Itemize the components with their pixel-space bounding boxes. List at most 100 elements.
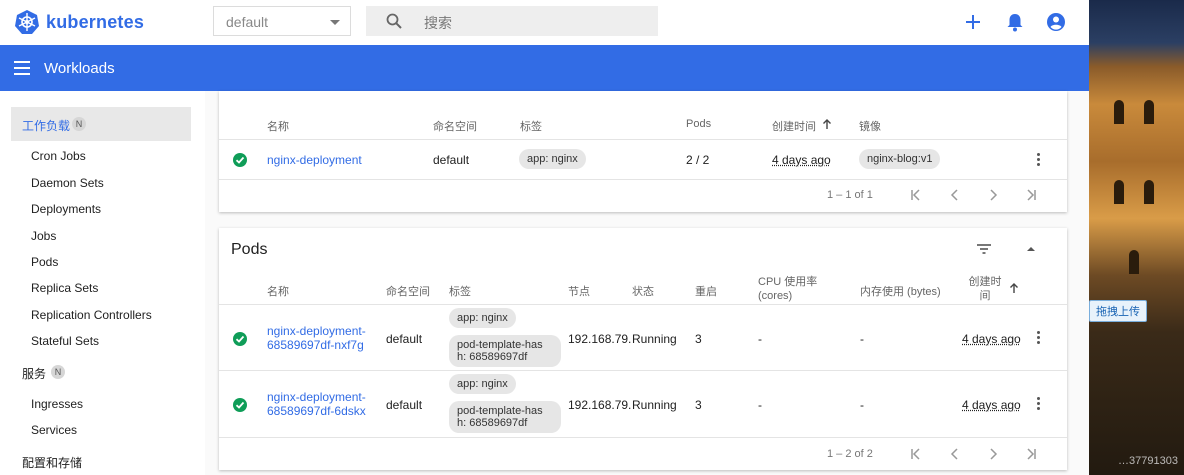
- sort-arrow-up-icon[interactable]: [822, 118, 832, 130]
- sidebar-item-replica-sets[interactable]: Replica Sets: [31, 281, 98, 295]
- column-header-name[interactable]: 名称: [267, 118, 289, 134]
- pod-name-link[interactable]: nginx-deployment- 68589697df-6dskx: [267, 390, 366, 418]
- pod-created-age[interactable]: 4 days ago: [962, 398, 1021, 412]
- deployment-created-age[interactable]: 4 days ago: [772, 153, 831, 167]
- divider: [219, 179, 1067, 180]
- label-chip-line: h: 68589697df: [457, 351, 528, 363]
- first-page-icon[interactable]: [909, 447, 923, 461]
- label-chip-line: h: 68589697df: [457, 417, 528, 429]
- pagination-range: 1 – 2 of 2: [827, 448, 873, 460]
- pod-name-line: 68589697df-6dskx: [267, 404, 366, 418]
- next-page-icon[interactable]: [986, 188, 1000, 202]
- chevron-down-icon: [330, 20, 340, 25]
- watermark: …37791303: [1118, 455, 1178, 467]
- pod-cpu: -: [758, 332, 762, 346]
- deployment-name-link[interactable]: nginx-deployment: [267, 153, 362, 167]
- filter-list-icon[interactable]: [976, 242, 992, 256]
- notifications-bell-icon[interactable]: [1004, 11, 1026, 33]
- namespaced-badge: N: [51, 365, 65, 379]
- pod-memory: -: [860, 398, 864, 412]
- pods-card: Pods 名称 命名空间 标签 节点 状态 重启 CPU 使用率 (cores)…: [219, 228, 1067, 470]
- pod-restarts: 3: [695, 398, 702, 412]
- divider: [219, 304, 1067, 305]
- sidebar-item-replication-controllers[interactable]: Replication Controllers: [31, 308, 152, 322]
- pod-created-age[interactable]: 4 days ago: [962, 332, 1021, 346]
- kubernetes-logo[interactable]: kubernetes: [14, 9, 144, 35]
- wallpaper-window: [1144, 100, 1154, 124]
- page-header: Workloads: [0, 45, 1089, 91]
- sidebar-item-ingresses[interactable]: Ingresses: [31, 397, 83, 411]
- wallpaper-window: [1129, 250, 1139, 274]
- divider: [219, 370, 1067, 371]
- column-header-labels: 标签: [449, 286, 471, 298]
- account-circle-icon[interactable]: [1045, 11, 1067, 33]
- collapse-arrow-icon[interactable]: [1026, 245, 1036, 253]
- pod-name-line: nginx-deployment-: [267, 324, 366, 338]
- sidebar-item-deployments[interactable]: Deployments: [31, 202, 101, 216]
- wallpaper-window: [1114, 180, 1124, 204]
- more-vert-icon[interactable]: [1037, 397, 1041, 411]
- sidebar-section-label: 服务: [22, 367, 47, 381]
- sidebar-section-workloads[interactable]: 工作负载 N: [11, 107, 191, 141]
- namespace-value: default: [226, 14, 269, 30]
- pod-node: 192.168.79.: [568, 332, 632, 346]
- last-page-icon[interactable]: [1024, 188, 1038, 202]
- column-header-created[interactable]: 创建时间: [772, 118, 816, 134]
- pagination-range: 1 – 1 of 1: [827, 189, 873, 201]
- previous-page-icon[interactable]: [948, 188, 962, 202]
- success-check-icon: [233, 332, 247, 346]
- sidebar-item-cron-jobs[interactable]: Cron Jobs: [31, 149, 86, 163]
- sidebar-section-config-storage[interactable]: 配置和存储: [11, 444, 191, 475]
- column-header-node: 节点: [568, 286, 590, 298]
- label-chip: pod-template-has h: 68589697df: [449, 401, 561, 433]
- wallpaper-window: [1114, 100, 1124, 124]
- column-header-namespace: 命名空间: [386, 286, 430, 298]
- sidebar-item-services[interactable]: Services: [31, 423, 77, 437]
- column-header-memory: 内存使用 (bytes): [860, 286, 941, 298]
- search-icon: [386, 13, 402, 29]
- sidebar-item-jobs[interactable]: Jobs: [31, 229, 56, 243]
- column-header-namespace: 命名空间: [433, 121, 477, 133]
- column-header-status: 状态: [632, 286, 654, 298]
- pod-restarts: 3: [695, 332, 702, 346]
- pod-node: 192.168.79.: [568, 398, 632, 412]
- deployment-pods-count: 2 / 2: [686, 153, 710, 167]
- drag-upload-button[interactable]: 拖拽上传: [1089, 300, 1147, 322]
- sidebar-section-label: 工作负载: [22, 119, 71, 133]
- sidebar-section-services[interactable]: 服务 N: [11, 355, 191, 389]
- kubernetes-dashboard: kubernetes default 搜索 Workloads 工作负载 N C…: [0, 0, 1089, 475]
- column-header-pods: Pods: [686, 118, 712, 130]
- sidebar-item-daemon-sets[interactable]: Daemon Sets: [31, 176, 104, 190]
- divider: [219, 437, 1067, 438]
- divider: [219, 139, 1067, 140]
- sort-arrow-up-icon[interactable]: [1009, 282, 1019, 294]
- pod-namespace: default: [386, 332, 423, 346]
- deployments-card: 名称 命名空间 标签 Pods 创建时间 镜像 nginx-deployment…: [219, 91, 1067, 212]
- label-chip-line: pod-template-has: [457, 405, 543, 417]
- sidebar-item-stateful-sets[interactable]: Stateful Sets: [31, 334, 99, 348]
- pod-cpu: -: [758, 398, 762, 412]
- column-header-name[interactable]: 名称: [267, 283, 289, 299]
- last-page-icon[interactable]: [1024, 447, 1038, 461]
- more-vert-icon[interactable]: [1037, 331, 1041, 345]
- next-page-icon[interactable]: [986, 447, 1000, 461]
- namespace-select[interactable]: default: [213, 6, 351, 36]
- pod-memory: -: [860, 332, 864, 346]
- first-page-icon[interactable]: [909, 188, 923, 202]
- image-chip: nginx-blog:v1: [859, 149, 941, 169]
- column-header-created[interactable]: 创建时间: [967, 275, 1003, 303]
- search-input[interactable]: 搜索: [366, 6, 658, 36]
- label-chip-line: pod-template-has: [457, 339, 543, 351]
- menu-icon[interactable]: [14, 61, 30, 75]
- pod-name-link[interactable]: nginx-deployment- 68589697df-nxf7g: [267, 324, 366, 352]
- pods-card-title: Pods: [231, 241, 268, 258]
- more-vert-icon[interactable]: [1037, 153, 1041, 167]
- previous-page-icon[interactable]: [948, 447, 962, 461]
- add-icon[interactable]: [962, 11, 984, 33]
- column-header-restarts: 重启: [695, 286, 717, 298]
- success-check-icon: [233, 398, 247, 412]
- column-header-labels: 标签: [520, 121, 542, 133]
- pod-status: Running: [632, 332, 677, 346]
- desktop-wallpaper: 拖拽上传 …37791303: [1089, 0, 1184, 475]
- sidebar-item-pods[interactable]: Pods: [31, 255, 58, 269]
